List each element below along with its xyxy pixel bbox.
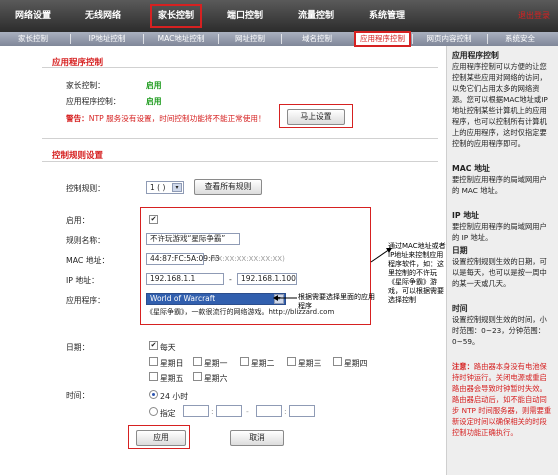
help-panel: 应用程序控制 应用程序控制可以方便的让您控制某些应用对网络的访问，以免它们占用太…	[446, 46, 558, 475]
help-note-text: 路由器本身没有电池保持时钟运行。关闭电源或重启路由器会导致时钟暂时失效。路由器启…	[452, 362, 552, 437]
sub-nav-security[interactable]: 系统安全	[490, 32, 550, 46]
annotation-arrows	[273, 248, 392, 301]
help-text-app: 应用程序控制可以方便的让您控制某些应用对网络的访问，以免它们占用太多的网络资源。…	[452, 62, 548, 148]
help-text-time: 设置控制规则生效的时间，小时范围：0~23，分钟范围：0~59。	[452, 315, 547, 346]
help-title-time: 时间	[452, 304, 468, 313]
help-note-prefix: 注意：	[452, 362, 474, 371]
app-annotation: 根据需要选择里面的应用程序	[298, 293, 375, 310]
help-title-date: 日期	[452, 246, 468, 255]
sub-nav-divider	[487, 34, 488, 44]
help-text-ip: 要控制应用程序的局域网用户的 IP 地址。	[452, 222, 547, 242]
help-title-mac: MAC 地址	[452, 164, 490, 173]
help-text-mac: 要控制应用程序的局域网用户的 MAC 地址。	[452, 175, 547, 195]
help-note: 注意：路由器本身没有电池保持时钟运行。关闭电源或重启路由器会导致时钟暂时失效。路…	[452, 361, 553, 438]
arrow-head-icon	[273, 295, 278, 301]
help-title-app: 应用程序控制	[452, 51, 499, 60]
help-title-ip: IP 地址	[452, 211, 479, 220]
mac-ip-annotation: 通过MAC地址或者IP地址来控制应用程序软件，如：这里控制的不许玩《星际争霸》游…	[388, 242, 446, 304]
help-text-date: 设置控制规则生效的日期，可以是每天，也可以是按一周中的某一天或几天。	[452, 257, 547, 288]
logout-link[interactable]: 退出登录	[518, 0, 550, 32]
